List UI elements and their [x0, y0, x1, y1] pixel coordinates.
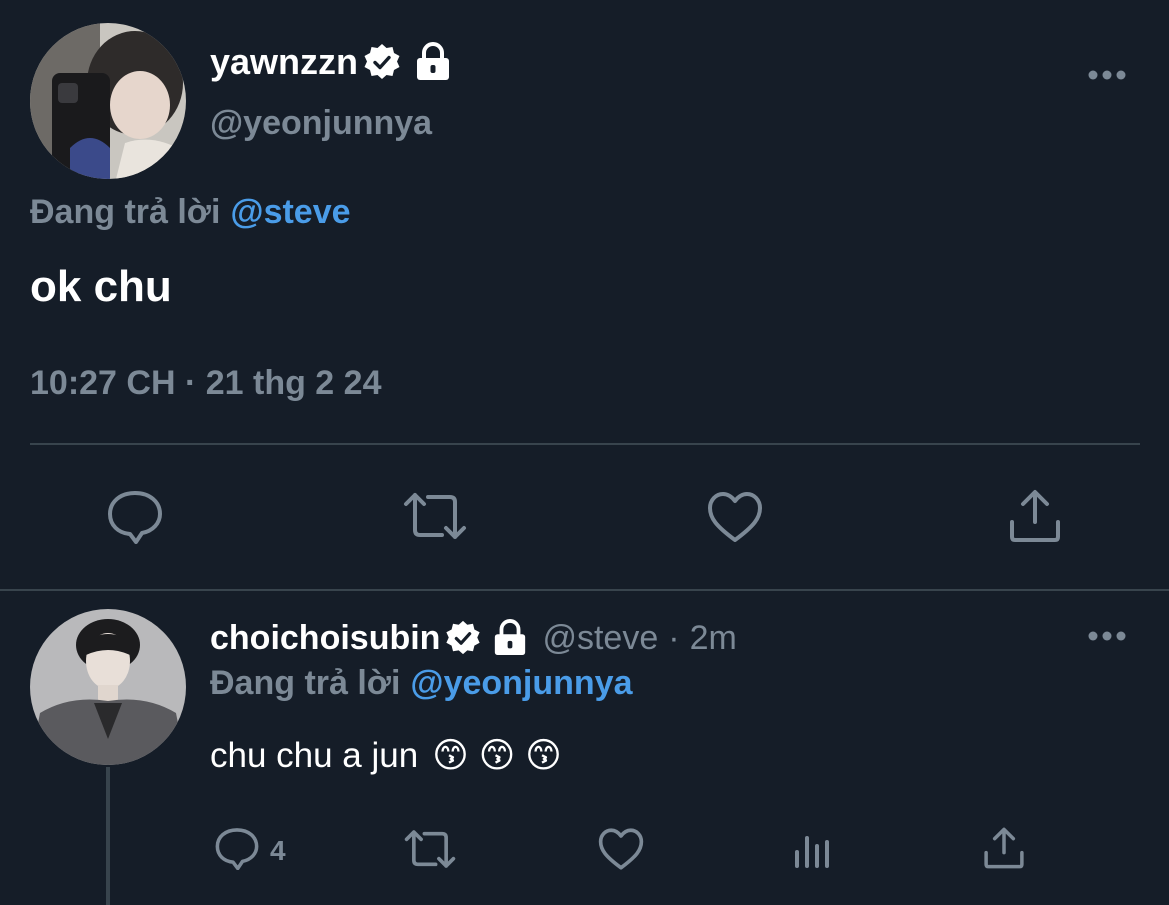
kissing-emoji: 😙 [525, 736, 562, 775]
retweet-icon[interactable] [403, 828, 457, 870]
reply-text: chu chu a jun [210, 736, 419, 775]
share-icon[interactable] [1008, 488, 1062, 544]
kissing-emoji: 😙 [432, 736, 469, 775]
reply-display-name[interactable]: choichoisubin [210, 619, 440, 658]
reply-count: 4 [270, 834, 286, 866]
retweet-icon[interactable] [402, 490, 468, 542]
replying-to-line: Đang trả lời @steve [30, 193, 351, 232]
lock-icon [492, 619, 528, 657]
like-icon[interactable] [597, 827, 645, 871]
reply-icon[interactable] [214, 826, 260, 875]
replying-label: Đang trả lời [210, 664, 401, 702]
reply-handle[interactable]: @steve [542, 619, 658, 658]
avatar-choichoisubin[interactable] [30, 609, 186, 765]
separator: · [668, 618, 680, 657]
like-icon[interactable] [706, 490, 764, 544]
time-ago[interactable]: 2m [690, 619, 737, 658]
more-icon[interactable] [1088, 629, 1126, 641]
share-icon[interactable] [983, 826, 1025, 870]
reply-icon[interactable] [106, 488, 164, 544]
reply-action[interactable]: 4 [214, 826, 286, 875]
avatar-yawnzzn[interactable] [30, 23, 186, 179]
tweet-text: ok chu [30, 262, 172, 311]
verified-icon [444, 619, 482, 657]
display-name[interactable]: yawnzzn [210, 41, 358, 83]
reply-text-line: chu chu a jun 😙 😙 😙 [210, 736, 562, 776]
analytics-icon[interactable] [793, 830, 833, 870]
kissing-emoji: 😙 [478, 736, 516, 775]
verified-icon [362, 42, 402, 82]
reply-replying-to-line: Đang trả lời @yeonjunnya [210, 664, 633, 703]
replying-label: Đang trả lời [30, 193, 221, 231]
handle[interactable]: @yeonjunnya [210, 104, 432, 143]
replying-to-link[interactable]: @yeonjunnya [410, 664, 632, 703]
thread-divider [0, 589, 1169, 591]
lock-icon [414, 42, 452, 82]
more-icon[interactable] [1088, 68, 1126, 80]
replying-to-link[interactable]: @steve [230, 193, 350, 232]
tweet-timestamp[interactable]: 10:27 CH · 21 thg 2 24 [30, 364, 381, 403]
divider [30, 443, 1140, 445]
thread-line [106, 767, 110, 905]
